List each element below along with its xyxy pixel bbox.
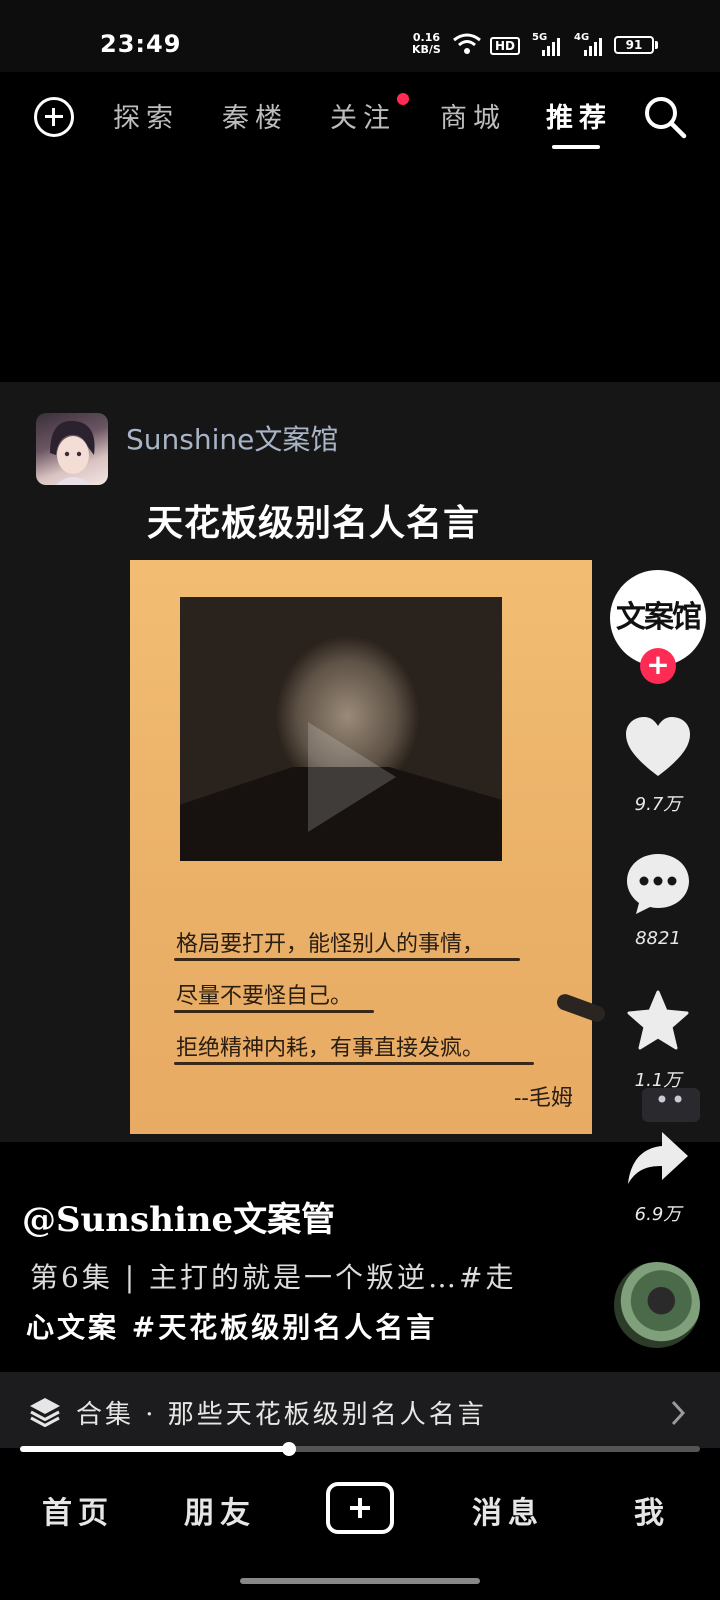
music-disc[interactable] (614, 1262, 700, 1348)
nav-me[interactable]: 我 (634, 1488, 670, 1532)
wifi-icon (453, 33, 481, 54)
signal-5g-icon: 5G (532, 32, 562, 56)
collection-label[interactable]: 合集 · 那些天花板级别名人名言 (76, 1394, 487, 1431)
video-frame-page: 格局要打开，能怪别人的事情， 尽量不要怪自己。 拒绝精神内耗，有事直接发疯。 -… (130, 560, 608, 1134)
underline (174, 1010, 374, 1013)
signal-4g-icon: 4G (574, 32, 604, 56)
quote-line: 格局要打开，能怪别人的事情， (176, 932, 485, 957)
star-icon[interactable] (626, 990, 690, 1052)
comment-icon[interactable] (624, 852, 692, 916)
tab-recommend[interactable]: 推荐 (546, 96, 612, 135)
like-count: 9.7万 (634, 794, 682, 815)
follow-button[interactable]: + (640, 648, 676, 684)
caption-username[interactable]: @Sunshine文案管 (22, 1192, 335, 1241)
status-time: 23:49 (100, 30, 182, 58)
video-title: 天花板级别名人名言 (147, 503, 481, 544)
share-icon[interactable] (626, 1130, 690, 1186)
author-avatar[interactable] (36, 413, 108, 485)
comment-count: 8821 (635, 928, 681, 949)
caption-description[interactable]: 第6集 | 主打的就是一个叛逆…#走 (30, 1256, 517, 1296)
underline (174, 1062, 534, 1065)
create-video-button[interactable] (326, 1482, 394, 1534)
video-author-name[interactable]: Sunshine文案馆 (126, 418, 338, 458)
underline (174, 958, 520, 961)
battery-icon: 91 (614, 36, 654, 54)
quote-line: 尽量不要怪自己。 (176, 984, 353, 1009)
nav-friends[interactable]: 朋友 (184, 1488, 256, 1532)
tab-follow[interactable]: 关注 (330, 96, 396, 135)
layers-icon (30, 1398, 60, 1427)
progress-thumb[interactable] (281, 1442, 296, 1456)
hd-voice-icon: HD (490, 37, 521, 55)
network-speed: 0.16 KB/S (412, 32, 441, 56)
active-tab-indicator (552, 145, 600, 149)
heart-icon[interactable] (624, 716, 692, 778)
share-count: 6.9万 (634, 1204, 682, 1225)
play-icon[interactable] (308, 722, 396, 832)
search-icon[interactable] (642, 94, 688, 140)
video-letterbox (0, 162, 720, 382)
quote-author: --毛姆 (514, 1086, 573, 1111)
nav-home[interactable]: 首页 (42, 1488, 114, 1532)
caption-hashtags[interactable]: 心文案 #天花板级别名人名言 (26, 1306, 437, 1346)
home-indicator (240, 1578, 480, 1584)
quote-line: 拒绝精神内耗，有事直接发疯。 (176, 1036, 485, 1061)
add-circle-icon[interactable] (34, 97, 74, 137)
notification-dot (397, 93, 409, 105)
battery-tip (655, 41, 658, 49)
more-options-button[interactable]: •• (642, 1088, 700, 1122)
network-speed-unit: KB/S (412, 43, 441, 56)
tab-explore[interactable]: 探索 (113, 96, 179, 135)
avatar-illustration (50, 420, 95, 485)
chevron-right-icon[interactable] (668, 1398, 688, 1428)
nav-messages[interactable]: 消息 (472, 1488, 544, 1532)
progress-fill (20, 1446, 289, 1452)
tab-mall[interactable]: 商城 (440, 96, 506, 135)
tab-qinlou[interactable]: 秦楼 (222, 96, 288, 135)
